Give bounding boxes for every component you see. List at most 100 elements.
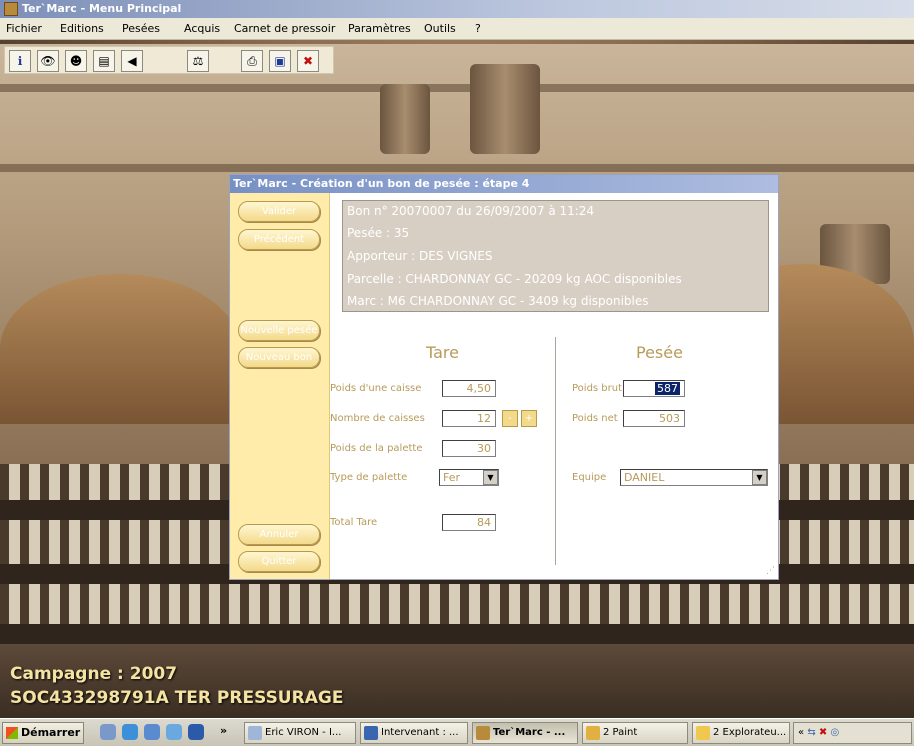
app-icon[interactable] [188, 724, 204, 740]
menu-pesees[interactable]: Pesées [122, 22, 160, 35]
quicklaunch-overflow-icon[interactable]: » [220, 724, 227, 737]
company-label: SOC433298791A TER PRESSURAGE [10, 688, 344, 708]
task-paint[interactable]: 2 Paint [582, 722, 688, 744]
tank [470, 64, 540, 154]
total-tare-field: 84 [442, 514, 496, 531]
ceiling-beam [0, 84, 914, 92]
exit-icon[interactable]: ✖ [297, 50, 319, 72]
save-icon[interactable]: ▣ [269, 50, 291, 72]
gross-weight-label: Poids brut [572, 383, 623, 394]
dialog-title: Ter`Marc - Création d'un bon de pesée : … [230, 175, 778, 193]
person-icon[interactable]: ☻ [65, 50, 87, 72]
team-select[interactable]: DANIEL ▼ [620, 469, 768, 486]
task-termarc[interactable]: Ter`Marc - ... [472, 722, 578, 744]
menu-bar: Fichier Editions Pesées Acquis Carnet de… [0, 18, 914, 40]
task-label: Eric VIRON - I... [265, 727, 342, 738]
crate-count-increment-button[interactable]: + [521, 410, 537, 427]
menu-outils[interactable]: Outils [424, 22, 456, 35]
receipt-info-panel: Bon n° 20070007 du 26/09/2007 à 11:24 Pe… [342, 200, 769, 312]
previous-button[interactable]: Précédent [238, 229, 320, 250]
scale-icon[interactable]: ⚖ [187, 50, 209, 72]
media-icon[interactable] [144, 724, 160, 740]
task-intervenant[interactable]: Intervenant : ... [360, 722, 468, 744]
press-dome [0, 274, 240, 424]
menu-editions[interactable]: Editions [60, 22, 104, 35]
new-weighing-button[interactable]: Nouvelle pesée [238, 320, 320, 341]
cancel-button[interactable]: Annuler [238, 524, 320, 545]
new-receipt-button[interactable]: Nouveau bon [238, 347, 320, 368]
gross-weight-value: 587 [655, 382, 680, 395]
start-label: Démarrer [21, 726, 81, 739]
receipt-number: Bon n° 20070007 du 26/09/2007 à 11:24 [347, 204, 595, 218]
info-icon[interactable]: ℹ [9, 50, 31, 72]
app-icon [364, 726, 378, 740]
paint-icon [586, 726, 600, 740]
binoculars-icon[interactable]: 👁 [37, 50, 59, 72]
menu-acquis[interactable]: Acquis [184, 22, 220, 35]
net-weight-field: 503 [623, 410, 685, 427]
chevron-down-icon[interactable]: ▼ [752, 470, 767, 485]
network-icon[interactable]: ⇆ [807, 727, 819, 738]
team-value: DANIEL [624, 471, 665, 484]
task-label: Ter`Marc - ... [493, 727, 566, 738]
app-icon [4, 2, 18, 16]
print-icon[interactable]: ⎙ [241, 50, 263, 72]
window-titlebar: Ter`Marc - Menu Principal [0, 0, 914, 18]
crate-count-field[interactable]: 12 [442, 410, 496, 427]
creation-dialog: Ter`Marc - Création d'un bon de pesée : … [229, 174, 779, 580]
pallet-weight-field[interactable]: 30 [442, 440, 496, 457]
parcel: Parcelle : CHARDONNAY GC - 20209 kg AOC … [347, 272, 682, 286]
pallet-type-select[interactable]: Fer ▼ [439, 469, 499, 486]
antivirus-icon[interactable]: ✖ [819, 727, 827, 738]
task-explorer[interactable]: 2 Explorateu... [692, 722, 790, 744]
quit-button[interactable]: Quitter [238, 551, 320, 572]
toolbar: ℹ 👁 ☻ ▤ ◀ ⚖ ⎙ ▣ ✖ [4, 46, 334, 74]
total-tare-label: Total Tare [330, 517, 378, 528]
menu-carnet-de-pressoir[interactable]: Carnet de pressoir [234, 22, 335, 35]
browser-icon[interactable] [122, 724, 138, 740]
desktop-icon[interactable] [100, 724, 116, 740]
validate-button[interactable]: Valider [238, 201, 320, 222]
marc: Marc : M6 CHARDONNAY GC - 3409 kg dispon… [347, 294, 649, 308]
weighing-title: Pesée [636, 343, 683, 362]
task-label: 2 Explorateu... [713, 727, 787, 738]
press-icon[interactable]: ▤ [93, 50, 115, 72]
net-weight-label: Poids net [572, 413, 618, 424]
weighing-form: Tare Pesée Poids d'une caisse 4,50 Nombr… [330, 321, 778, 579]
volume-icon[interactable]: ◎ [830, 727, 839, 738]
browser-icon [248, 726, 262, 740]
pallet-weight-label: Poids de la palette [330, 443, 423, 454]
windows-logo-icon [6, 727, 18, 739]
crate-count-label: Nombre de caisses [330, 413, 425, 424]
supplier: Apporteur : DES VIGNES [347, 249, 493, 263]
menu-parametres[interactable]: Paramètres [348, 22, 411, 35]
tank [380, 84, 430, 154]
chevron-down-icon[interactable]: ▼ [483, 470, 498, 485]
ceiling-beam [0, 164, 914, 172]
start-button[interactable]: Démarrer [2, 722, 84, 744]
app-icon [476, 726, 490, 740]
gross-weight-field[interactable]: 587 [623, 380, 685, 397]
crate-weight-field[interactable]: 4,50 [442, 380, 496, 397]
dialog-sidebar: Valider Précédent Nouvelle pesée Nouveau… [230, 193, 330, 579]
system-tray: « ⇆ ✖ ◎ [793, 722, 912, 744]
dialog-body: Valider Précédent Nouvelle pesée Nouveau… [230, 193, 778, 579]
team-label: Equipe [572, 472, 607, 483]
taskbar: Démarrer » Eric VIRON - I... Intervenant… [0, 718, 914, 746]
task-label: 2 Paint [603, 727, 638, 738]
folder-icon [696, 726, 710, 740]
back-icon[interactable] [166, 724, 182, 740]
menu-fichier[interactable]: Fichier [6, 22, 42, 35]
menu-help[interactable]: ? [475, 22, 481, 35]
crate-count-decrement-button[interactable]: - [502, 410, 518, 427]
crate-weight-label: Poids d'une caisse [330, 383, 422, 394]
window-title: Ter`Marc - Menu Principal [22, 2, 182, 15]
task-eric-viron[interactable]: Eric VIRON - I... [244, 722, 356, 744]
pallet-type-value: Fer [443, 471, 461, 484]
tare-title: Tare [426, 343, 459, 362]
section-divider [555, 337, 556, 565]
tray-expand-icon[interactable]: « [798, 727, 804, 738]
back-icon[interactable]: ◀ [121, 50, 143, 72]
weighing-number: Pesée : 35 [347, 226, 410, 240]
resize-grip-icon[interactable]: ⋰ [766, 566, 775, 576]
